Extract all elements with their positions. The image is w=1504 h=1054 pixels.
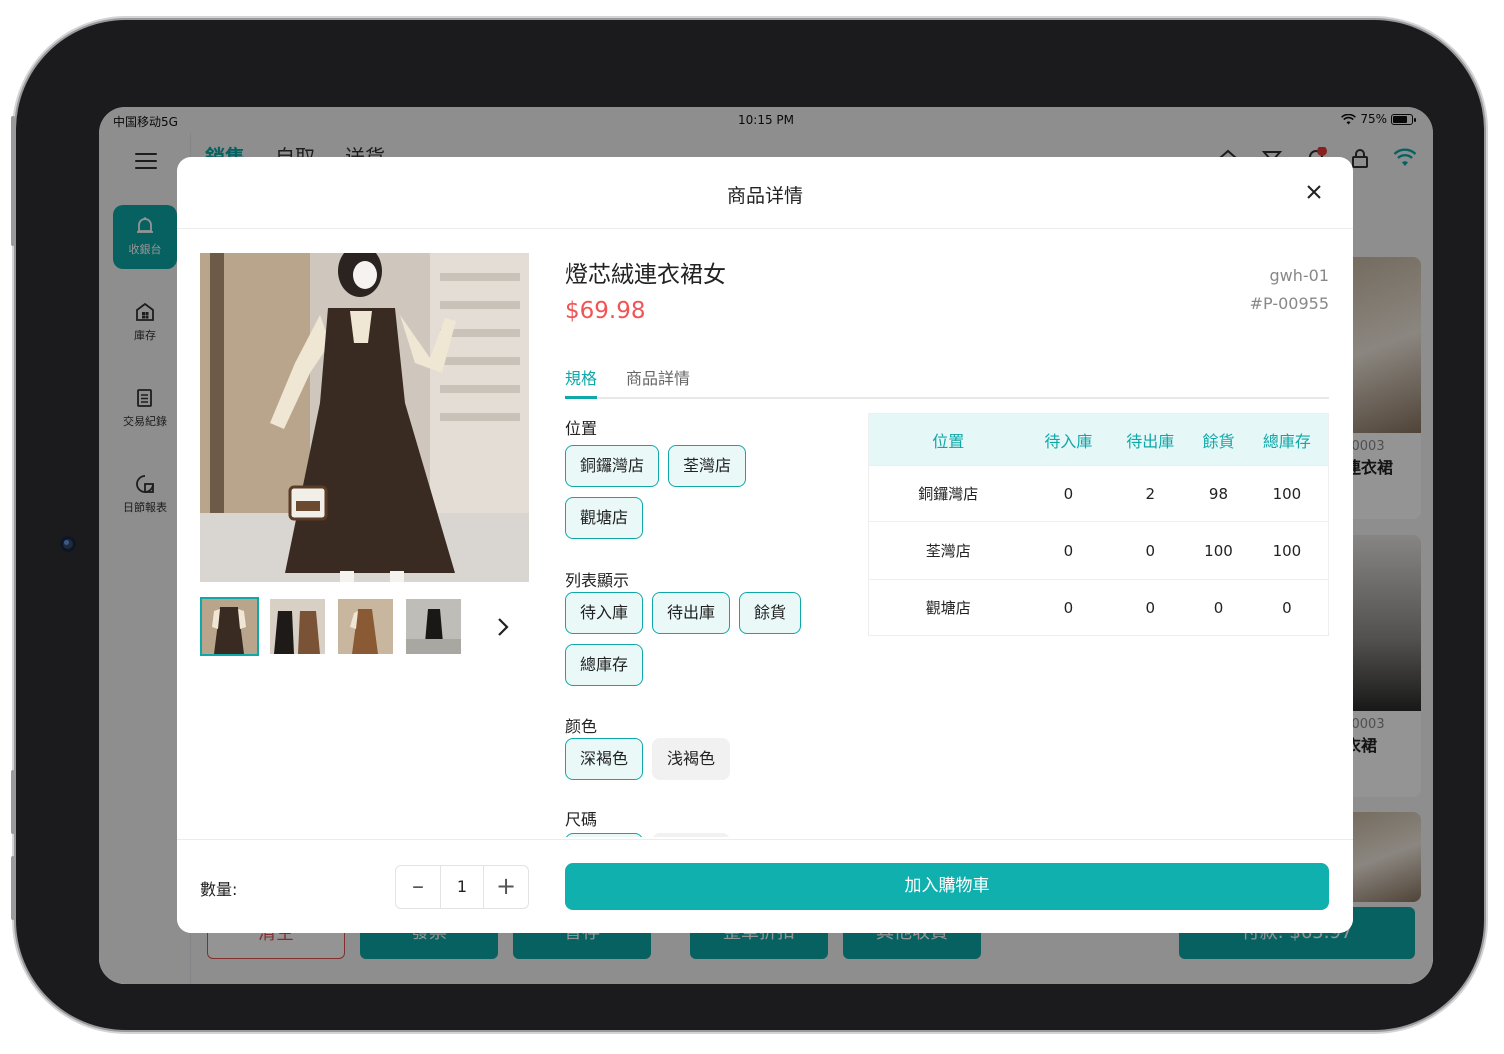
table-row: 荃灣店 0 0 100 100: [868, 521, 1329, 580]
detail-tabs: 規格 商品詳情: [565, 363, 1329, 399]
table-cell: 0: [1027, 465, 1110, 522]
screen: 中国移动5G 10:15 PM 75% 收銀台 庫存 交易紀錄 日節報表 _00…: [99, 107, 1433, 984]
table-cell: 荃灣店: [868, 521, 1028, 580]
column-header: 總庫存: [1245, 413, 1329, 466]
product-sku: gwh-01: [1269, 266, 1329, 285]
table-cell: 觀塘店: [868, 579, 1028, 636]
table-row: 觀塘店 0 0 0 0: [868, 579, 1329, 636]
chip-color-light-brown[interactable]: 浅褐色: [652, 738, 730, 780]
column-header: 餘貨: [1191, 413, 1246, 466]
chip-pending-out[interactable]: 待出庫: [652, 592, 730, 634]
product-main-image[interactable]: [200, 253, 529, 582]
table-cell: 2: [1109, 465, 1192, 522]
table-row: 銅鑼灣店 0 2 98 100: [868, 465, 1329, 522]
quantity-stepper: – 1 +: [395, 865, 529, 909]
chip-location-kwun-tong[interactable]: 觀塘店: [565, 497, 643, 539]
column-header: 待入庫: [1027, 413, 1110, 466]
thumbnail-strip: [200, 597, 463, 656]
chip-location-causeway-bay[interactable]: 銅鑼灣店: [565, 445, 659, 487]
product-code: #P-00955: [1249, 294, 1329, 313]
chip-pending-in[interactable]: 待入庫: [565, 592, 643, 634]
list-display-label: 列表顯示: [565, 571, 630, 590]
tab-specs[interactable]: 規格: [565, 365, 598, 399]
table-cell: 100: [1191, 521, 1246, 580]
color-label: 颜色: [565, 717, 598, 736]
table-cell: 0: [1109, 579, 1192, 636]
chevron-right-icon[interactable]: [489, 613, 517, 641]
table-cell: 98: [1191, 465, 1246, 522]
quantity-label: 數量:: [200, 880, 238, 899]
column-header: 位置: [868, 413, 1028, 466]
column-header: 待出庫: [1109, 413, 1192, 466]
ipad-frame: 中国移动5G 10:15 PM 75% 收銀台 庫存 交易紀錄 日節報表 _00…: [16, 20, 1484, 1030]
thumbnail-image[interactable]: [404, 597, 463, 656]
tab-product-details[interactable]: 商品詳情: [626, 365, 690, 399]
chip-color-dark-brown[interactable]: 深褐色: [565, 738, 643, 780]
thumbnail-image[interactable]: [336, 597, 395, 656]
modal-footer: 數量: – 1 + 加入購物車: [177, 839, 1353, 933]
volume-down-button: [11, 856, 15, 920]
product-price: $69.98: [565, 298, 646, 324]
decrement-button[interactable]: –: [396, 866, 440, 908]
volume-button: [11, 116, 15, 246]
add-to-cart-button[interactable]: 加入購物車: [565, 863, 1329, 910]
thumbnail-image[interactable]: [268, 597, 327, 656]
volume-up-button: [11, 770, 15, 834]
table-cell: 0: [1027, 579, 1110, 636]
table-header-row: 位置 待入庫 待出庫 餘貨 總庫存: [868, 413, 1329, 466]
product-name: 燈芯絨連衣裙女: [565, 262, 726, 288]
thumbnail-image[interactable]: [200, 597, 259, 656]
chip-location-tsuen-wan[interactable]: 荃灣店: [668, 445, 746, 487]
chip-size[interactable]: [565, 833, 643, 837]
location-label: 位置: [565, 419, 598, 438]
table-cell: 0: [1109, 521, 1192, 580]
table-cell: 銅鑼灣店: [868, 465, 1028, 522]
table-cell: 100: [1245, 465, 1329, 522]
quantity-value[interactable]: 1: [440, 866, 484, 908]
product-detail-modal: 商品详情 燈芯絨連衣裙女 $69.98 gwh-01 #P-00955 規格 商…: [177, 157, 1353, 933]
modal-header: 商品详情: [177, 157, 1353, 229]
close-icon[interactable]: [1301, 179, 1327, 205]
table-cell: 100: [1245, 521, 1329, 580]
table-cell: 0: [1245, 579, 1329, 636]
camera-icon: [60, 536, 76, 552]
increment-button[interactable]: +: [484, 866, 528, 908]
table-cell: 0: [1027, 521, 1110, 580]
stock-table: 位置 待入庫 待出庫 餘貨 總庫存 銅鑼灣店 0 2 98 100 荃灣店 0 …: [868, 413, 1329, 636]
size-label: 尺碼: [565, 810, 598, 829]
modal-title: 商品详情: [726, 185, 803, 207]
spec-options[interactable]: 位置 銅鑼灣店 荃灣店 觀塘店 列表顯示 待入庫 待出庫 餘貨 總庫存 颜色 深…: [565, 405, 885, 837]
chip-size[interactable]: [652, 833, 730, 837]
chip-total-stock[interactable]: 總庫存: [565, 644, 643, 686]
table-cell: 0: [1191, 579, 1246, 636]
chip-remaining[interactable]: 餘貨: [739, 592, 801, 634]
